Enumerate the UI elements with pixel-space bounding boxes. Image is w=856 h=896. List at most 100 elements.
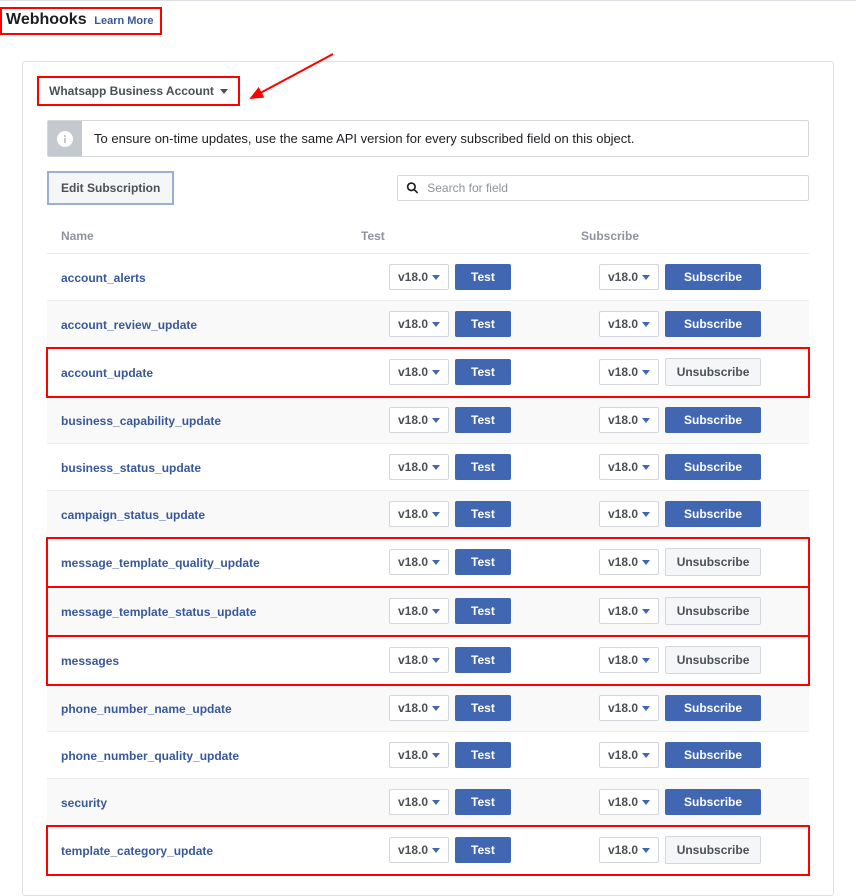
subscribe-button[interactable]: Subscribe: [665, 695, 761, 721]
test-button[interactable]: Test: [455, 359, 511, 385]
table-header: Name Test Subscribe: [47, 219, 809, 254]
table-row: business_capability_updatev18.0 Testv18.…: [47, 397, 809, 444]
field-name-link[interactable]: business_capability_update: [61, 414, 221, 428]
unsubscribe-button[interactable]: Unsubscribe: [665, 597, 761, 625]
test-button[interactable]: Test: [455, 454, 511, 480]
test-version-dropdown[interactable]: v18.0: [389, 359, 449, 385]
chevron-down-icon: [642, 609, 650, 614]
subscribe-version-dropdown[interactable]: v18.0: [599, 742, 659, 768]
test-version-dropdown[interactable]: v18.0: [389, 647, 449, 673]
chevron-down-icon: [432, 512, 440, 517]
unsubscribe-button[interactable]: Unsubscribe: [665, 836, 761, 864]
edit-subscription-button[interactable]: Edit Subscription: [47, 171, 174, 205]
subscribe-version-dropdown[interactable]: v18.0: [599, 359, 659, 385]
test-button[interactable]: Test: [455, 311, 511, 337]
field-name-link[interactable]: account_review_update: [61, 318, 197, 332]
test-version-dropdown[interactable]: v18.0: [389, 742, 449, 768]
subscribe-version-dropdown[interactable]: v18.0: [599, 647, 659, 673]
chevron-down-icon: [432, 465, 440, 470]
subscribe-version-dropdown[interactable]: v18.0: [599, 598, 659, 624]
chevron-down-icon: [432, 370, 440, 375]
test-version-dropdown[interactable]: v18.0: [389, 264, 449, 290]
subscribe-button[interactable]: Subscribe: [665, 454, 761, 480]
chevron-down-icon: [432, 418, 440, 423]
field-name-link[interactable]: phone_number_name_update: [61, 702, 232, 716]
fields-table: Name Test Subscribe account_alertsv18.0 …: [47, 219, 809, 875]
subscribe-version-dropdown[interactable]: v18.0: [599, 454, 659, 480]
subscribe-version-dropdown[interactable]: v18.0: [599, 264, 659, 290]
subscribe-version-dropdown[interactable]: v18.0: [599, 311, 659, 337]
test-button[interactable]: Test: [455, 695, 511, 721]
search-field-wrap[interactable]: [397, 175, 809, 201]
test-button[interactable]: Test: [455, 264, 511, 290]
chevron-down-icon: [432, 800, 440, 805]
dropdown-label: Whatsapp Business Account: [49, 84, 214, 98]
subscribe-button[interactable]: Subscribe: [665, 742, 761, 768]
test-button[interactable]: Test: [455, 501, 511, 527]
table-row: campaign_status_updatev18.0 Testv18.0 Su…: [47, 491, 809, 538]
field-name-link[interactable]: message_template_quality_update: [61, 556, 260, 570]
field-name-link[interactable]: security: [61, 796, 107, 810]
subscribe-button[interactable]: Subscribe: [665, 264, 761, 290]
test-version-dropdown[interactable]: v18.0: [389, 407, 449, 433]
col-header-name: Name: [61, 229, 361, 243]
col-header-subscribe: Subscribe: [581, 229, 795, 243]
field-name-link[interactable]: business_status_update: [61, 461, 201, 475]
search-input[interactable]: [427, 181, 800, 195]
test-version-dropdown[interactable]: v18.0: [389, 454, 449, 480]
subscribe-version-dropdown[interactable]: v18.0: [599, 837, 659, 863]
chevron-down-icon: [432, 658, 440, 663]
table-row: message_template_status_update v18.0 Test…: [47, 587, 809, 636]
subscribe-version-dropdown[interactable]: v18.0: [599, 789, 659, 815]
object-type-dropdown[interactable]: Whatsapp Business Account: [37, 76, 240, 106]
field-name-link[interactable]: message_template_status_update: [61, 605, 256, 619]
subscribe-button[interactable]: Subscribe: [665, 407, 761, 433]
test-button[interactable]: Test: [455, 742, 511, 768]
subscribe-button[interactable]: Subscribe: [665, 311, 761, 337]
test-version-dropdown[interactable]: v18.0: [389, 549, 449, 575]
page-title: Webhooks: [6, 11, 87, 28]
test-version-dropdown[interactable]: v18.0: [389, 789, 449, 815]
test-version-dropdown[interactable]: v18.0: [389, 598, 449, 624]
subscribe-version-dropdown[interactable]: v18.0: [599, 407, 659, 433]
chevron-down-icon: [642, 706, 650, 711]
chevron-down-icon: [642, 465, 650, 470]
unsubscribe-button[interactable]: Unsubscribe: [665, 358, 761, 386]
table-row: account_updatev18.0 Testv18.0 Unsubscrib…: [47, 348, 809, 397]
table-row: messagesv18.0 Testv18.0 Unsubscribe: [47, 636, 809, 685]
test-version-dropdown[interactable]: v18.0: [389, 837, 449, 863]
field-name-link[interactable]: messages: [61, 654, 119, 668]
test-button[interactable]: Test: [455, 549, 511, 575]
chevron-down-icon: [432, 706, 440, 711]
learn-more-link[interactable]: Learn More: [94, 15, 153, 27]
test-button[interactable]: Test: [455, 789, 511, 815]
field-name-link[interactable]: phone_number_quality_update: [61, 749, 239, 763]
unsubscribe-button[interactable]: Unsubscribe: [665, 646, 761, 674]
field-name-link[interactable]: campaign_status_update: [61, 508, 205, 522]
chevron-down-icon: [642, 418, 650, 423]
subscribe-version-dropdown[interactable]: v18.0: [599, 695, 659, 721]
chevron-down-icon: [432, 848, 440, 853]
table-row: account_alertsv18.0 Testv18.0 Subscribe: [47, 254, 809, 301]
field-name-link[interactable]: account_alerts: [61, 271, 146, 285]
chevron-down-icon: [642, 753, 650, 758]
unsubscribe-button[interactable]: Unsubscribe: [665, 548, 761, 576]
test-button[interactable]: Test: [455, 837, 511, 863]
test-button[interactable]: Test: [455, 647, 511, 673]
field-name-link[interactable]: account_update: [61, 366, 153, 380]
chevron-down-icon: [432, 275, 440, 280]
table-row: phone_number_name_updatev18.0 Testv18.0 …: [47, 685, 809, 732]
chevron-down-icon: [220, 89, 228, 94]
field-name-link[interactable]: template_category_update: [61, 844, 213, 858]
test-button[interactable]: Test: [455, 407, 511, 433]
subscribe-version-dropdown[interactable]: v18.0: [599, 501, 659, 527]
test-button[interactable]: Test: [455, 598, 511, 624]
chevron-down-icon: [642, 275, 650, 280]
subscribe-button[interactable]: Subscribe: [665, 789, 761, 815]
subscribe-button[interactable]: Subscribe: [665, 501, 761, 527]
subscribe-version-dropdown[interactable]: v18.0: [599, 549, 659, 575]
col-header-test: Test: [361, 229, 581, 243]
test-version-dropdown[interactable]: v18.0: [389, 501, 449, 527]
test-version-dropdown[interactable]: v18.0: [389, 311, 449, 337]
test-version-dropdown[interactable]: v18.0: [389, 695, 449, 721]
